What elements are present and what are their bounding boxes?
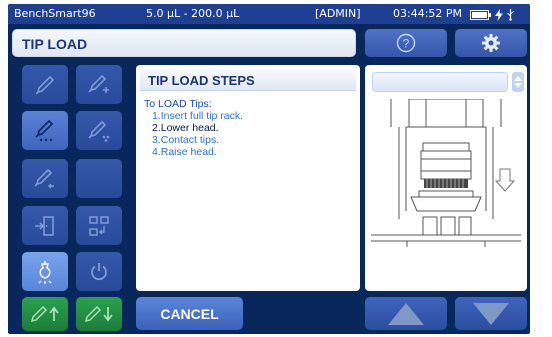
pipette-add-icon	[88, 74, 109, 93]
clock: 03:44:52 PM	[393, 7, 463, 20]
chevron-down-icon	[514, 83, 522, 88]
power-button[interactable]	[76, 252, 122, 291]
pipette-back-icon	[34, 168, 54, 188]
tool-pipette-add-button[interactable]	[76, 65, 122, 104]
light-bulb-icon	[38, 260, 52, 284]
door-exit-icon	[35, 215, 54, 236]
device-name: BenchSmart96	[14, 7, 96, 20]
move-down-button[interactable]	[455, 297, 527, 330]
gear-icon	[482, 34, 500, 52]
steps-heading: TIP LOAD STEPS	[148, 73, 255, 88]
tool-mix-button[interactable]	[76, 111, 122, 150]
move-up-button[interactable]	[365, 297, 447, 330]
step-item: 1.Insert full tip rack.	[152, 110, 244, 122]
selector-arrows[interactable]	[512, 72, 524, 92]
steps-heading-bar: TIP LOAD STEPS	[140, 69, 356, 91]
tool-dispense-button[interactable]	[22, 111, 68, 150]
steps-intro: To LOAD Tips:	[144, 98, 212, 110]
tool-blank-button[interactable]	[76, 159, 122, 198]
pipetting-head-illustration	[371, 99, 521, 247]
svg-text:?: ?	[403, 37, 410, 51]
tool-exit-button[interactable]	[22, 206, 68, 245]
chevron-up-icon	[514, 76, 522, 81]
status-icons	[470, 8, 515, 21]
charging-icon	[495, 8, 503, 21]
illustration-selector[interactable]	[372, 72, 508, 92]
tool-back-button[interactable]	[22, 159, 68, 198]
page-title: TIP LOAD	[22, 36, 88, 52]
step-item-active: 2.Lower head.	[152, 122, 219, 134]
triangle-down-icon	[473, 302, 509, 325]
steps-panel: TIP LOAD STEPS To LOAD Tips: 1.Insert fu…	[136, 65, 360, 291]
help-button[interactable]: ?	[365, 29, 447, 57]
pipette-mix-icon	[88, 120, 110, 142]
user-role: [ADMIN]	[315, 7, 361, 20]
power-icon	[91, 262, 107, 280]
usb-icon	[507, 9, 514, 21]
step-item: 4.Raise head.	[152, 146, 217, 158]
page-title-bar: TIP LOAD	[12, 29, 356, 57]
pipette-icon	[35, 75, 55, 95]
cancel-button[interactable]: CANCEL	[136, 297, 243, 330]
tip-load-down-icon	[84, 305, 113, 323]
settings-button[interactable]	[455, 29, 527, 57]
tip-load-button[interactable]	[76, 297, 122, 331]
plate-transfer-icon	[89, 215, 109, 236]
light-button[interactable]	[22, 252, 68, 291]
tip-eject-button[interactable]	[22, 297, 68, 331]
tool-transfer-button[interactable]	[76, 206, 122, 245]
triangle-up-icon	[388, 302, 424, 325]
pipette-dispense-icon	[35, 119, 54, 141]
status-bar: BenchSmart96 5.0 µL - 200.0 µL [ADMIN] 0…	[8, 4, 530, 24]
step-item: 3.Contact tips.	[152, 134, 220, 146]
battery-icon	[470, 9, 491, 20]
tool-pipette-button[interactable]	[22, 65, 68, 104]
volume-range: 5.0 µL - 200.0 µL	[146, 7, 240, 20]
tip-eject-up-icon	[30, 305, 59, 323]
illustration-panel	[365, 65, 527, 291]
screen: BenchSmart96 5.0 µL - 200.0 µL [ADMIN] 0…	[8, 4, 530, 334]
help-icon: ?	[396, 33, 416, 53]
